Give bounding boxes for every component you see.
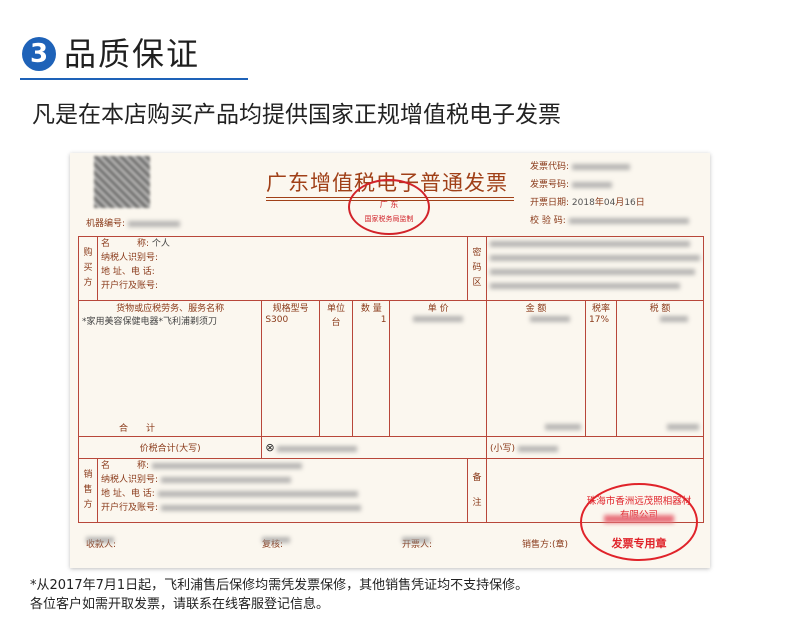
col-unit: 单位 (318, 300, 354, 315)
grand-total-small: (小写) (486, 436, 704, 459)
total-label: 合 计 (119, 424, 156, 434)
invoice-number: 发票号码: (530, 177, 612, 190)
invoice-sample-image: 广东增值税电子普通发票 广 东 国家税务局监制 发票代码: 发票号码: 开票日期… (70, 153, 710, 568)
invoice-date: 开票日期: 2018年04月16日 (530, 198, 645, 208)
col-qty: 数 量 (352, 300, 391, 315)
seller-side-label: 销 售 方 (78, 458, 98, 523)
machine-number: 机器编号: (86, 216, 180, 229)
section-title: 品质保证 (64, 35, 201, 73)
step-number-badge: 3 (22, 37, 56, 71)
col-price: 单 价 (389, 300, 487, 315)
item-price (389, 314, 487, 437)
warranty-note: *从2017年7月1日起，飞利浦售后保修均需凭发票保修，其他销售凭证均不支持保修… (30, 578, 529, 593)
item-model: S300 (261, 314, 320, 437)
buyer-name: 个人 (151, 239, 170, 249)
item-qty: 1 (352, 314, 391, 437)
item-goods: *家用美容保健电器*飞利浦剃须刀 合 计 (77, 314, 263, 437)
invoice-request-note: 各位客户如需开取发票，请联系在线客服登记信息。 (30, 597, 330, 612)
seal-tax-number-blur (604, 515, 674, 523)
item-tax-rate: 17% (585, 314, 617, 437)
section-subtitle: 凡是在本店购买产品均提供国家正规增值税电子发票 (32, 102, 561, 128)
buyer-info: 名 称: 个人 纳税人识别号: 地 址、电 话: 开户行及账号: (97, 236, 468, 301)
seller-info: 名 称: 纳税人识别号: 地 址、电 话: 开户行及账号: (97, 458, 468, 523)
col-model: 规格型号 (261, 300, 320, 315)
grand-total-caps: ⊗ (261, 436, 487, 459)
seal-region-text: 广 东 (379, 200, 399, 209)
invoice-table: 购 买 方 名 称: 个人 纳税人识别号: 地 址、电 话: 开户行及账号: 密… (77, 236, 704, 523)
col-tax: 税 额 (616, 300, 704, 315)
tax-bureau-seal: 广 东 国家税务局监制 (348, 179, 430, 235)
buyer-side-label: 购 买 方 (78, 236, 98, 301)
remark-label: 备 注 (467, 458, 487, 523)
item-amount (486, 314, 586, 437)
password-area (486, 236, 704, 301)
col-amount: 金 额 (486, 300, 586, 315)
grand-total-label: 价税合计(大写) (77, 436, 263, 459)
col-goods: 货物或应税劳务、服务名称 (77, 300, 263, 315)
invoice-check-code: 校 验 码: (530, 213, 689, 226)
item-tax (616, 314, 704, 437)
invoice-code: 发票代码: (530, 159, 630, 172)
invoice-qr-code (94, 156, 150, 208)
password-area-label: 密 码 区 (467, 236, 487, 301)
title-underline (20, 78, 248, 80)
item-unit: 台 (318, 314, 354, 437)
seller-stamp-label: 销售方:(章) (522, 540, 569, 550)
seal-invoice-stamp-text: 发票专用章 (611, 537, 667, 550)
col-tax-rate: 税率 (585, 300, 617, 315)
seal-bureau-text: 国家税务局监制 (364, 215, 414, 223)
invoice-company-seal: 珠海市香洲远茂照相器材有限公司 发票专用章 (580, 483, 698, 561)
